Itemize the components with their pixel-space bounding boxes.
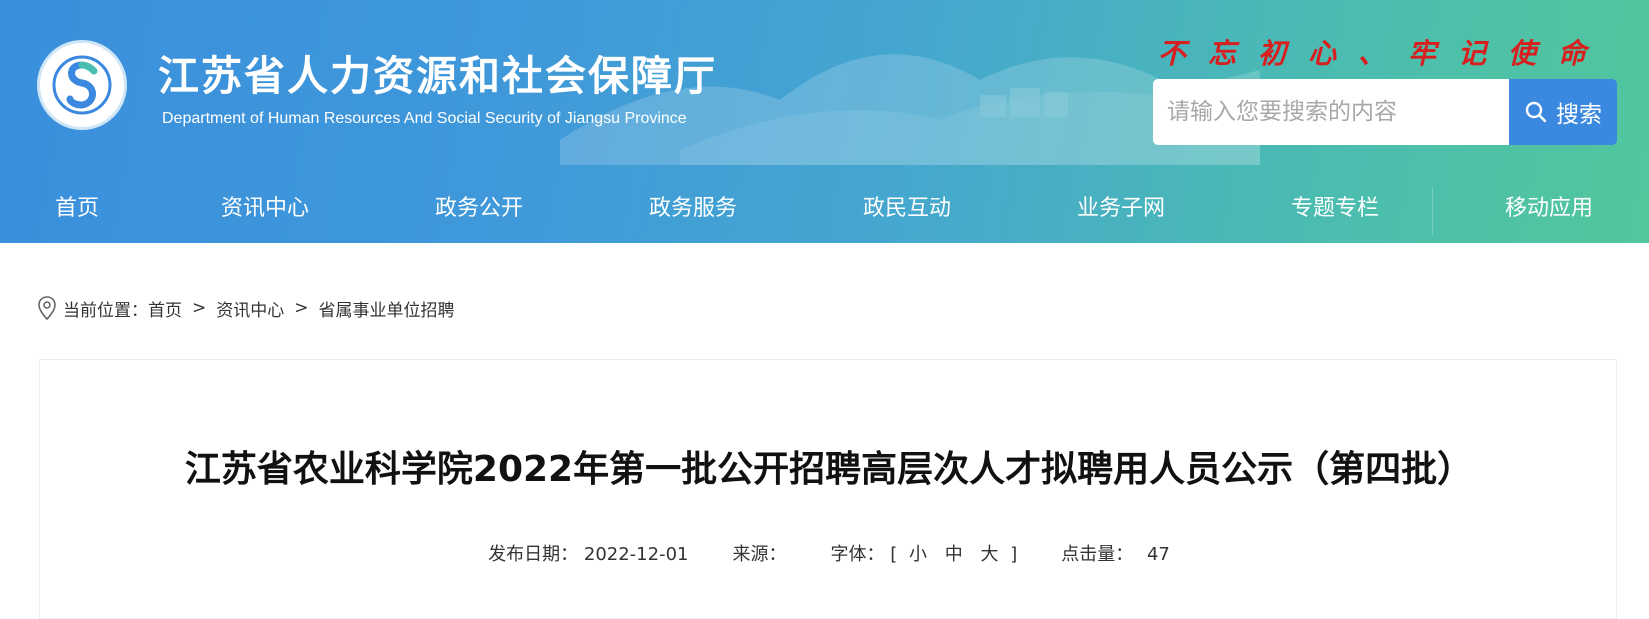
logo-emblem-icon (42, 45, 122, 125)
source-label: 来源： (732, 544, 787, 565)
font-size-large[interactable]: 大 (980, 544, 998, 565)
font-bracket-close: ] (1010, 544, 1018, 565)
font-bracket-open: [ (890, 544, 898, 565)
hit-count-label: 点击量： (1061, 544, 1134, 565)
breadcrumb-news[interactable]: 资讯中心 (216, 296, 284, 321)
search-button-label: 搜索 (1556, 102, 1602, 128)
nav-item-home[interactable]: 首页 (55, 175, 99, 243)
hit-count-value: 47 (1146, 544, 1170, 565)
search-icon (1525, 101, 1547, 123)
nav-item-subsites[interactable]: 业务子网 (1077, 175, 1165, 243)
ministry-logo[interactable] (37, 40, 127, 130)
article-card: 江苏省农业科学院2022年第一批公开招聘高层次人才拟聘用人员公示（第四批） 发布… (39, 359, 1617, 619)
nav-item-services[interactable]: 政务服务 (649, 175, 737, 243)
nav-item-interaction[interactable]: 政民互动 (863, 175, 951, 243)
breadcrumb-prefix: 当前位置： (63, 300, 148, 321)
breadcrumb-separator: > (192, 298, 207, 318)
font-size-selector: 字体： [ 小 中 大 ] (830, 540, 1017, 566)
hit-count: 点击量： 47 (1061, 540, 1170, 566)
breadcrumb-home[interactable]: 首页 (148, 296, 182, 321)
source: 来源： (732, 540, 786, 566)
font-size-small[interactable]: 小 (909, 544, 927, 565)
nav-item-topics[interactable]: 专题专栏 (1291, 175, 1379, 243)
slogan: 不忘初心、牢记使命 (1158, 37, 1609, 70)
publish-date-label: 发布日期： (488, 544, 579, 565)
site-subtitle: Department of Human Resources And Social… (162, 110, 687, 127)
search-input[interactable] (1153, 79, 1509, 145)
publish-date-value: 2022-12-01 (583, 544, 689, 565)
article-meta: 发布日期： 2022-12-01 来源： 字体： [ 小 中 大 ] 点击量： … (40, 540, 1618, 566)
main-nav: 首页 资讯中心 政务公开 政务服务 政民互动 业务子网 专题专栏 移动应用 (0, 175, 1649, 243)
site-header: 江苏省人力资源和社会保障厅 Department of Human Resour… (0, 0, 1649, 243)
search-button[interactable]: 搜索 (1509, 79, 1617, 145)
nav-item-public-affairs[interactable]: 政务公开 (435, 175, 523, 243)
font-size-label: 字体： (830, 544, 885, 565)
article-title: 江苏省农业科学院2022年第一批公开招聘高层次人才拟聘用人员公示（第四批） (184, 449, 1474, 490)
location-pin-icon (38, 296, 56, 320)
nav-item-news[interactable]: 资讯中心 (221, 175, 309, 243)
site-title: 江苏省人力资源和社会保障厅 (158, 52, 717, 100)
nav-item-mobile[interactable]: 移动应用 (1505, 175, 1593, 243)
publish-date: 发布日期： 2022-12-01 (488, 540, 688, 566)
font-size-medium[interactable]: 中 (945, 544, 963, 565)
breadcrumb-separator: > (294, 298, 309, 318)
breadcrumb-recruitment[interactable]: 省属事业单位招聘 (319, 296, 455, 321)
breadcrumb: 当前位置： 首页 > 资讯中心 > 省属事业单位招聘 (37, 295, 455, 321)
nav-divider (1432, 187, 1433, 235)
